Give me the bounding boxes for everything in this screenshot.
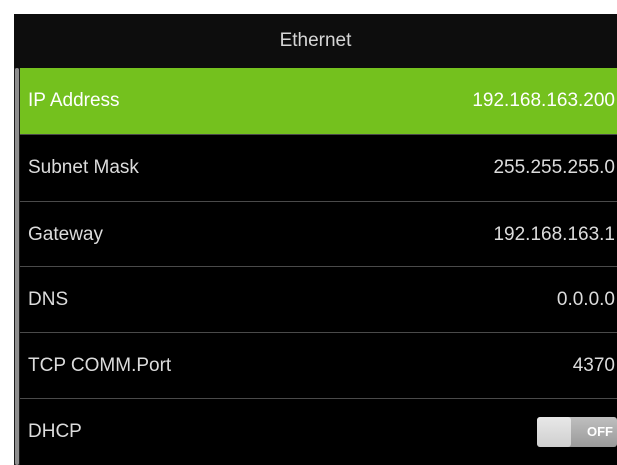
ip-address-row[interactable]: IP Address 192.168.163.200 [20, 68, 617, 134]
toggle-knob [537, 417, 571, 447]
gateway-row[interactable]: Gateway 192.168.163.1 [20, 202, 617, 268]
gateway-value: 192.168.163.1 [493, 224, 615, 245]
dhcp-row[interactable]: DHCP OFF [20, 399, 617, 465]
ip-address-label: IP Address [28, 90, 120, 111]
screen-title: Ethernet [14, 14, 617, 68]
tcp-comm-port-label: TCP COMM.Port [28, 355, 172, 376]
gateway-label: Gateway [28, 224, 103, 245]
tcp-comm-port-row[interactable]: TCP COMM.Port 4370 [20, 333, 617, 399]
subnet-mask-row[interactable]: Subnet Mask 255.255.255.0 [20, 135, 617, 201]
dns-row[interactable]: DNS 0.0.0.0 [20, 267, 617, 333]
ethernet-settings-screen: Ethernet IP Address 192.168.163.200 Subn… [14, 14, 617, 465]
subnet-mask-label: Subnet Mask [28, 157, 139, 178]
device-frame: Ethernet IP Address 192.168.163.200 Subn… [0, 0, 617, 465]
toggle-state-label: OFF [587, 424, 613, 439]
ip-address-value: 192.168.163.200 [472, 90, 615, 111]
dns-label: DNS [28, 289, 69, 310]
dhcp-toggle[interactable]: OFF [537, 417, 617, 447]
subnet-mask-value: 255.255.255.0 [493, 157, 615, 178]
scrollbar-thumb[interactable] [15, 68, 19, 465]
tcp-comm-port-value: 4370 [572, 355, 615, 376]
dns-value: 0.0.0.0 [556, 289, 615, 310]
dhcp-label: DHCP [28, 421, 82, 442]
